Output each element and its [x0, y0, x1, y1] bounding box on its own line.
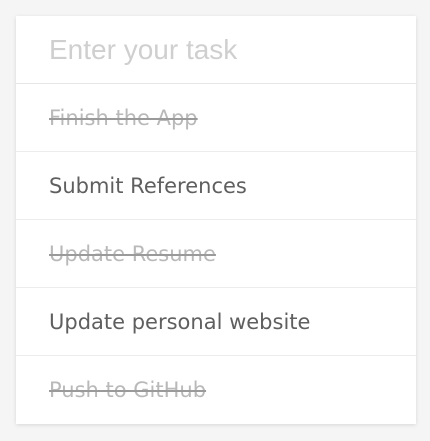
- todo-item[interactable]: Update Resume: [16, 220, 416, 288]
- task-input[interactable]: [16, 16, 416, 84]
- todo-item-label: Push to GitHub: [49, 378, 207, 402]
- todo-item-label: Update Resume: [49, 241, 216, 266]
- todo-item[interactable]: Finish the App: [16, 84, 416, 152]
- todo-item[interactable]: Push to GitHub: [16, 356, 416, 424]
- todo-item-label: Update personal website: [49, 309, 311, 334]
- todo-item-label: Finish the App: [49, 105, 198, 130]
- todo-item[interactable]: Submit References: [16, 152, 416, 220]
- todo-card: Finish the App Submit References Update …: [16, 16, 416, 424]
- todo-list: Finish the App Submit References Update …: [16, 84, 416, 424]
- todo-item[interactable]: Update personal website: [16, 288, 416, 356]
- todo-item-label: Submit References: [49, 173, 247, 198]
